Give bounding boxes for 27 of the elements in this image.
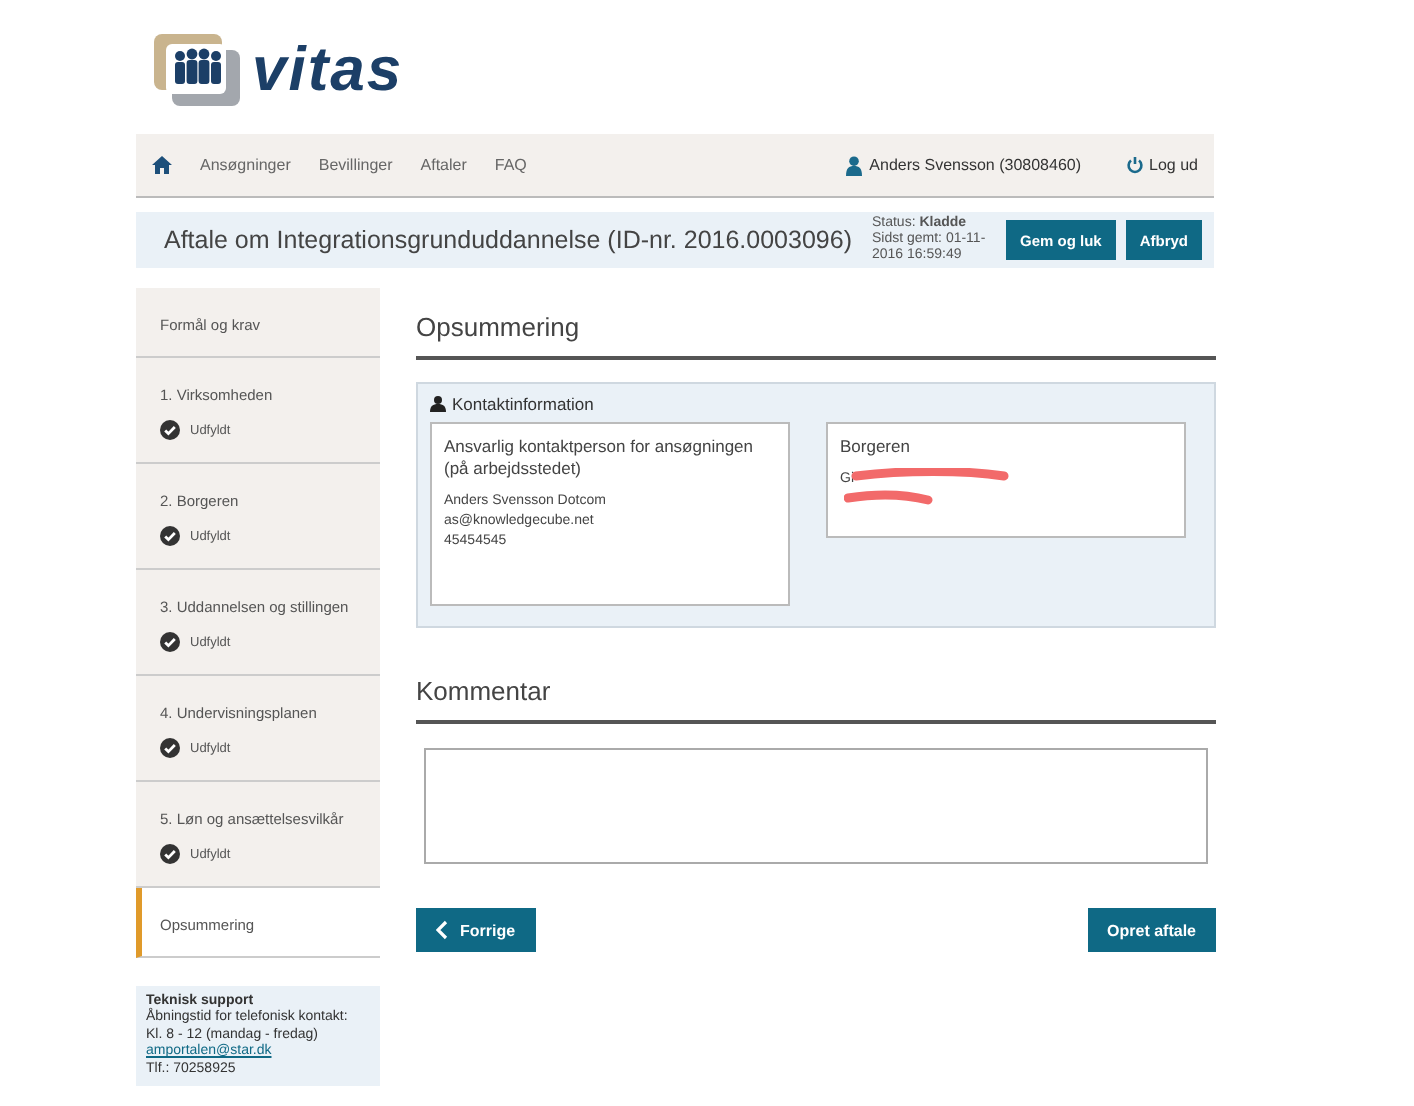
nav-link[interactable]: Bevillinger: [318, 156, 393, 174]
nav-link[interactable]: FAQ: [494, 156, 527, 174]
check-icon: [160, 420, 180, 440]
card-title: Ansvarlig kontaktperson for ansøgningen (på arbejdsstedet): [444, 436, 756, 480]
section-heading: Opsummering: [416, 304, 1216, 360]
panel-title: Kontaktinformation: [452, 394, 594, 414]
comment-field[interactable]: [424, 748, 1208, 864]
nav-link[interactable]: Ansøgninger: [200, 156, 291, 174]
check-icon: [160, 632, 180, 652]
chevron-left-icon: [436, 920, 448, 940]
people-logo-icon: [152, 30, 244, 110]
logout-link[interactable]: Log ud: [1149, 156, 1198, 174]
back-button[interactable]: Forrige: [416, 908, 536, 952]
user-name: Anders Svensson (30808460): [869, 156, 1082, 174]
check-icon: [160, 526, 180, 546]
submit-button[interactable]: Opret aftale: [1087, 908, 1216, 952]
power-icon[interactable]: [1125, 156, 1144, 174]
home-icon[interactable]: [152, 156, 172, 174]
user-icon: [845, 155, 862, 175]
section-heading: Kommentar: [416, 668, 1216, 724]
page-title: Aftale om Integrationsgrunduddannelse (ID-nr. 2016.0003096): [164, 226, 852, 254]
check-icon: [160, 844, 180, 864]
user-icon: [430, 396, 446, 412]
check-icon: [160, 738, 180, 758]
card-title: Borgeren: [840, 436, 912, 458]
nav-link[interactable]: Aftaler: [420, 156, 467, 174]
logo-text: vitas: [252, 34, 404, 106]
